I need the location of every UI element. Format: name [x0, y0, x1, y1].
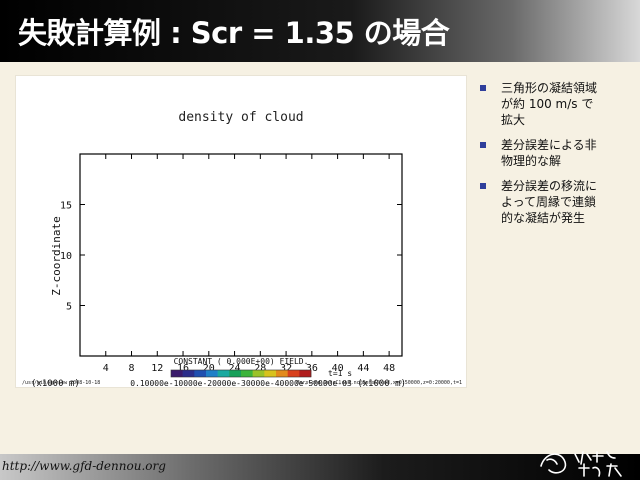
colorbar-swatch [171, 370, 183, 377]
field-note: CONSTANT ( 0.000E+00) FIELD. [174, 357, 309, 366]
bullet-list: 三角形の凝結領域 が約 100 m/s で拡大差分誤差による非 物理的な解差分誤差の… [478, 80, 628, 235]
y-axis-label: Z-coordinate [50, 216, 63, 295]
slide-content: density of cloud 4 8 12 16 20 24 28 32 36 40 44 48 5 1… [0, 62, 640, 454]
time-label: t=1 s [328, 369, 352, 378]
colorbar-swatch [206, 370, 218, 377]
bullet-item: 差分誤差による非 物理的な解 [478, 137, 628, 169]
bullet-marker-icon [480, 142, 486, 148]
slide-title: 失敗計算例 : Scr = 1.35 の場合 [18, 16, 450, 50]
colorbar-swatch [229, 370, 242, 377]
x-tick-label: 4 [103, 363, 109, 374]
bullet-line: 差分誤差の移流に [501, 179, 598, 193]
figure-footer-right: MarsCond_DensCloud.nc@DensCloud,x=0:5000… [296, 380, 462, 386]
x-tick-label: 48 [383, 363, 395, 374]
bullet-line: 的な凝結が発生 [501, 211, 586, 225]
bullet-line: が約 100 m/s で [501, 97, 594, 111]
chart-title: density of cloud [178, 110, 303, 125]
x-tick-label: 12 [151, 363, 163, 374]
bullet-line: 拡大 [501, 113, 526, 127]
bullet-marker-icon [480, 85, 486, 91]
colorbar-swatch [299, 370, 312, 377]
bullet-line: よって周縁で連鎖 [501, 195, 597, 209]
colorbar-swatch [241, 370, 253, 377]
colorbar-swatch [217, 370, 230, 377]
y-tick-label: 15 [60, 201, 72, 212]
figure-footer-left: /usr/bin/gpview 2008-10-18 [22, 380, 100, 386]
x-tick-label: 44 [357, 363, 369, 374]
bullet-line: 物理的な解 [501, 154, 562, 168]
cloud-density-chart: density of cloud4 8 12 16 20 24 28 32 36 40 44 4851… [22, 110, 462, 408]
bullet-line: 差分誤差による非 [501, 138, 597, 152]
bullet-item: 三角形の凝結領域 が約 100 m/s で拡大 [478, 80, 628, 128]
colorbar-swatch [264, 370, 277, 377]
plot-frame [79, 153, 403, 357]
x-tick-label: 8 [129, 363, 135, 374]
y-tick-label: 5 [66, 302, 72, 313]
figure-panel: density of cloud 4 8 12 16 20 24 28 32 36 40 44 48 5 1… [16, 76, 466, 408]
footer-url: http://www.gfd-dennou.org [2, 459, 166, 473]
bullet-line: 三角形の凝結領域 [501, 81, 598, 95]
title-bar: 失敗計算例 : Scr = 1.35 の場合 [0, 0, 640, 62]
bullet-item: 差分誤差の移流に よって周縁で連鎖 的な凝結が発生 [478, 178, 628, 226]
colorbar-swatch [194, 370, 207, 377]
colorbar-swatch [252, 370, 265, 377]
colorbar-swatch [276, 370, 288, 377]
colorbar-swatch [287, 370, 300, 377]
bullet-marker-icon [480, 183, 486, 189]
logo-icon [540, 451, 622, 477]
colorbar-swatch [182, 370, 195, 377]
footer-bar: http://www.gfd-dennou.org [0, 451, 640, 480]
